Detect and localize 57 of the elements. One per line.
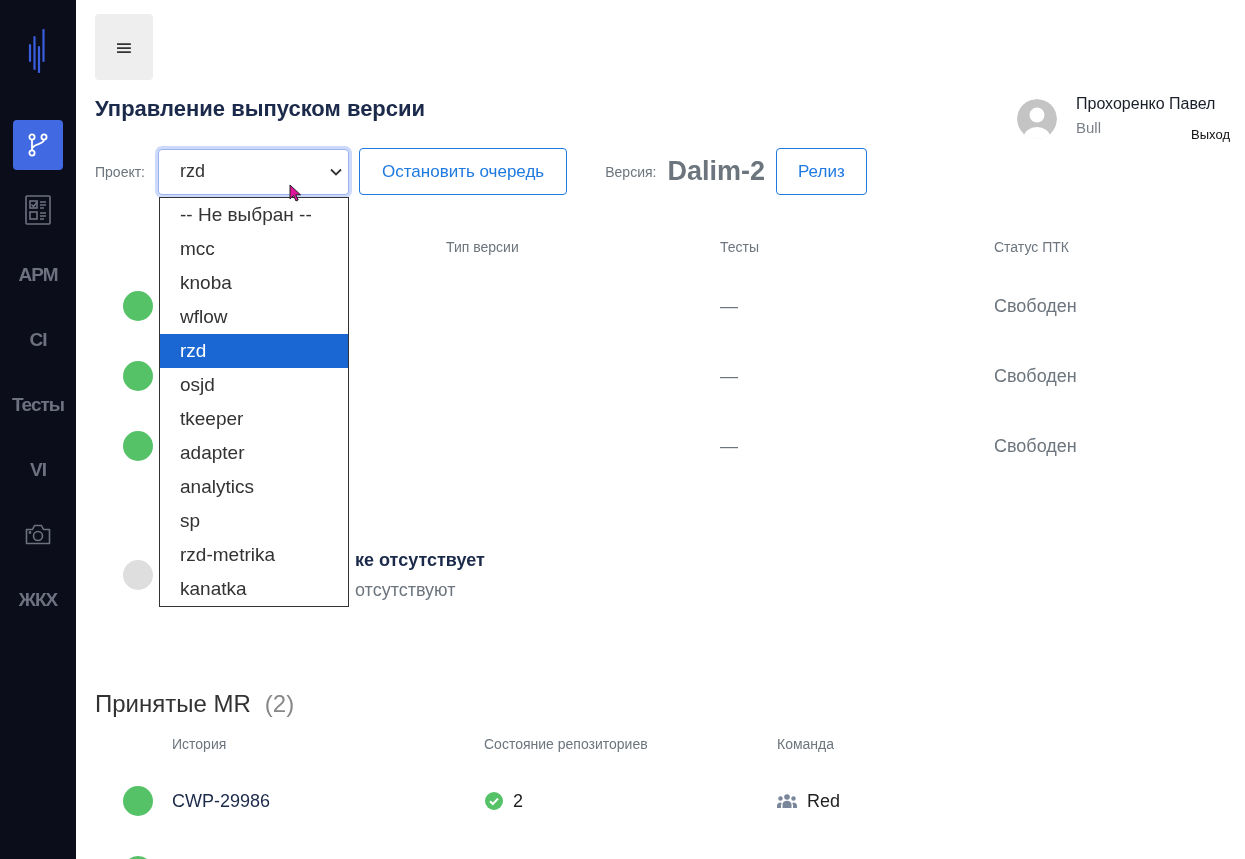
- chevron-icon: [330, 167, 342, 176]
- release-button[interactable]: Релиз: [776, 148, 867, 195]
- table-cell: —: [720, 365, 738, 387]
- sidebar-link[interactable]: ЖКХ: [17, 586, 59, 613]
- dropdown-option[interactable]: tkeeper: [160, 401, 348, 436]
- checklist-icon: [25, 194, 51, 225]
- sidebar-link[interactable]: CI: [28, 326, 48, 353]
- table-cell: —: [720, 295, 738, 317]
- dropdown-option[interactable]: rzd: [160, 333, 348, 368]
- sidebar-link[interactable]: АРМ: [17, 261, 59, 288]
- dropdown-option[interactable]: kanatka: [160, 571, 348, 606]
- table-cell: Red: [807, 790, 841, 812]
- column-header: Тип версии: [446, 239, 519, 255]
- user-role: Bull: [1076, 118, 1101, 138]
- version-label: Версия:: [605, 163, 657, 180]
- project-label: Проект:: [95, 163, 145, 180]
- story-link[interactable]: CWP-29986: [172, 790, 271, 812]
- people-icon: [777, 794, 797, 808]
- dropdown-option[interactable]: osjd: [160, 367, 348, 402]
- empty-title: ке отсутствует: [355, 549, 485, 572]
- page-title: Управление выпуском версии: [95, 95, 426, 123]
- stop-queue-button[interactable]: Остановить очередь: [359, 148, 568, 195]
- check-circle-icon: [485, 792, 503, 810]
- branch-icon: [28, 132, 48, 157]
- dropdown-option[interactable]: mcc: [160, 231, 348, 266]
- menu-button[interactable]: ≡: [95, 14, 153, 80]
- dropdown-option[interactable]: knoba: [160, 265, 348, 300]
- column-header: Команда: [777, 736, 835, 752]
- version-name: Dalim-2: [667, 156, 765, 187]
- dropdown-option[interactable]: rzd-metrika: [160, 537, 348, 572]
- section-title: Принятые MR: [95, 690, 251, 718]
- cursor-icon: [289, 183, 302, 202]
- column-header: Статус ПТК: [994, 239, 1069, 255]
- logo-icon: [28, 29, 48, 73]
- table-cell: Свободен: [994, 365, 1077, 387]
- empty-subtitle: отсутствуют: [355, 579, 456, 602]
- logout-link[interactable]: Выход: [1191, 127, 1230, 143]
- dropdown-option[interactable]: wflow: [160, 299, 348, 334]
- sidebar-item[interactable]: [13, 119, 63, 170]
- dropdown-option[interactable]: analytics: [160, 469, 348, 504]
- column-header: Тесты: [720, 239, 760, 255]
- sidebar-link[interactable]: VI: [29, 456, 47, 483]
- table-cell: 2: [513, 790, 523, 812]
- project-select[interactable]: rzd: [158, 148, 349, 195]
- column-header: Состояние репозиториев: [484, 736, 648, 752]
- table-cell: Свободен: [994, 295, 1077, 317]
- avatar-icon: [1017, 99, 1057, 139]
- dropdown-option[interactable]: -- Не выбран --: [160, 197, 348, 232]
- sidebar-link[interactable]: Тесты: [10, 391, 66, 418]
- dropdown-option[interactable]: sp: [160, 503, 348, 538]
- dropdown-option[interactable]: adapter: [160, 435, 348, 470]
- camera-icon: [25, 524, 51, 545]
- table-cell: —: [720, 435, 738, 457]
- column-header: История: [172, 736, 227, 752]
- section-count: (2): [264, 690, 295, 718]
- user-name: Прохоренко Павел: [1076, 94, 1217, 114]
- table-cell: Свободен: [994, 435, 1077, 457]
